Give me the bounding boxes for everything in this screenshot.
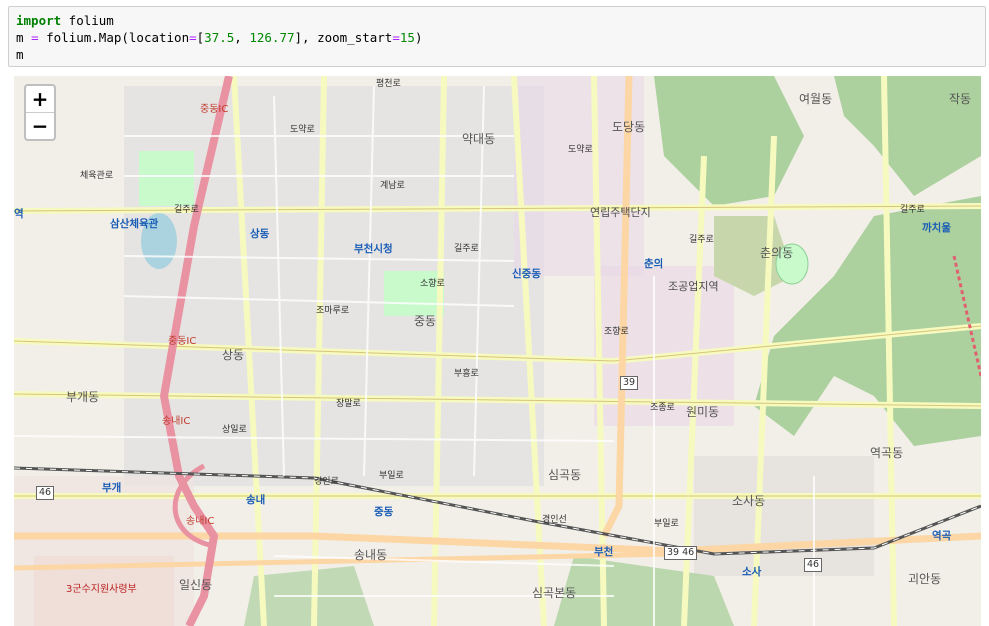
area-label: 연립주택단지 [590, 206, 651, 219]
interchange-label: 송내IC [162, 416, 191, 427]
interchange-label: 송내IC [186, 516, 215, 527]
map-tiles [14, 76, 981, 626]
road-label: 조향로 [604, 327, 629, 337]
map-label: 중동 [414, 314, 437, 328]
road-label: 소향로 [420, 279, 445, 289]
road-label: 경인로 [314, 477, 339, 487]
map-label: 상동 [222, 348, 245, 362]
road-label: 부일로 [379, 471, 404, 481]
zoom-out-button[interactable]: − [26, 112, 54, 139]
station-label: 상동 [250, 228, 270, 240]
map-label: 여월동 [799, 92, 833, 106]
map-label: 도당동 [612, 120, 646, 134]
station-label: 송내 [246, 494, 266, 506]
map-label: 작동 [949, 92, 972, 106]
station-label: 신중동 [512, 268, 541, 280]
code-line-1: import folium [16, 12, 114, 29]
area-label: 조공업지역 [668, 280, 719, 293]
road-label: 길주로 [689, 235, 714, 245]
station-label: 삼산체육관 [110, 218, 159, 230]
station-label: 소사 [742, 566, 762, 578]
code-text: , [234, 30, 250, 45]
map-view[interactable]: + − 약대동 도당동 여월동 작동 중동 상동 부개동 원미동 춘의동 심곡동… [14, 76, 981, 626]
map-label: 괴안동 [908, 572, 942, 586]
code-line-2: m = folium.Map(location=[37.5, 126.77], … [16, 29, 422, 46]
station-label: 부개 [102, 482, 122, 494]
map-label: 부개동 [66, 390, 100, 404]
station-label: 춘의 [644, 258, 664, 270]
road-label: 경인선 [542, 515, 567, 525]
area-label: 3군수지원사령부 [66, 584, 137, 595]
road-label: 부흥로 [454, 369, 479, 379]
map-label: 소사동 [732, 494, 766, 508]
code-number: 37.5 [204, 30, 235, 45]
code-number: 126.77 [249, 30, 295, 45]
code-operator: = [392, 30, 400, 45]
road-label: 도약로 [290, 125, 315, 135]
map-label: 원미동 [686, 405, 720, 419]
road-label: 길주로 [900, 205, 925, 215]
route-shield: 46 [36, 486, 55, 500]
code-text: ) [414, 30, 423, 45]
road-label: 조종로 [650, 403, 675, 413]
zoom-in-button[interactable]: + [26, 86, 54, 112]
station-label: 역곡 [932, 530, 952, 542]
road-label: 길주로 [174, 205, 199, 215]
zoom-control: + − [24, 84, 56, 141]
route-shield: 39 [620, 376, 639, 390]
map-label: 송내동 [354, 548, 388, 562]
code-operator: = [31, 30, 39, 45]
road-label: 평천로 [376, 79, 401, 89]
station-label: 부천시청 [354, 243, 393, 255]
interchange-label: 중동IC [168, 336, 197, 347]
code-text: ], zoom_start [294, 30, 393, 45]
code-number: 15 [399, 30, 415, 45]
keyword-import: import [16, 13, 62, 28]
road-label: 상일로 [222, 425, 247, 435]
road-label: 길주로 [454, 244, 479, 254]
code-text: folium.Map(location [38, 30, 190, 45]
route-shield: 46 [804, 558, 823, 572]
code-operator: = [189, 30, 197, 45]
map-label: 일신동 [179, 578, 213, 592]
map-label: 심곡동 [548, 468, 582, 482]
road-label: 조마루로 [316, 306, 350, 316]
map-label: 약대동 [462, 132, 496, 146]
road-label: 체육관로 [80, 171, 114, 181]
station-label: 부천 [594, 546, 614, 558]
code-cell[interactable]: import folium m = folium.Map(location=[3… [8, 6, 986, 67]
code-text: m [16, 30, 32, 45]
interchange-label: 중동IC [200, 104, 229, 115]
road-label: 계남로 [380, 181, 405, 191]
station-label: 역 [14, 208, 24, 220]
map-label: 춘의동 [760, 246, 794, 260]
station-label: 까치울 [922, 222, 951, 234]
code-line-3: m [16, 47, 24, 62]
map-label: 심곡본동 [532, 586, 577, 600]
map-label: 역곡동 [870, 446, 904, 460]
road-label: 도약로 [568, 145, 593, 155]
station-label: 중동 [374, 506, 394, 518]
road-label: 부일로 [654, 519, 679, 529]
road-label: 장말로 [336, 399, 361, 409]
code-text: folium [61, 13, 114, 28]
route-shield: 39 46 [664, 546, 698, 560]
